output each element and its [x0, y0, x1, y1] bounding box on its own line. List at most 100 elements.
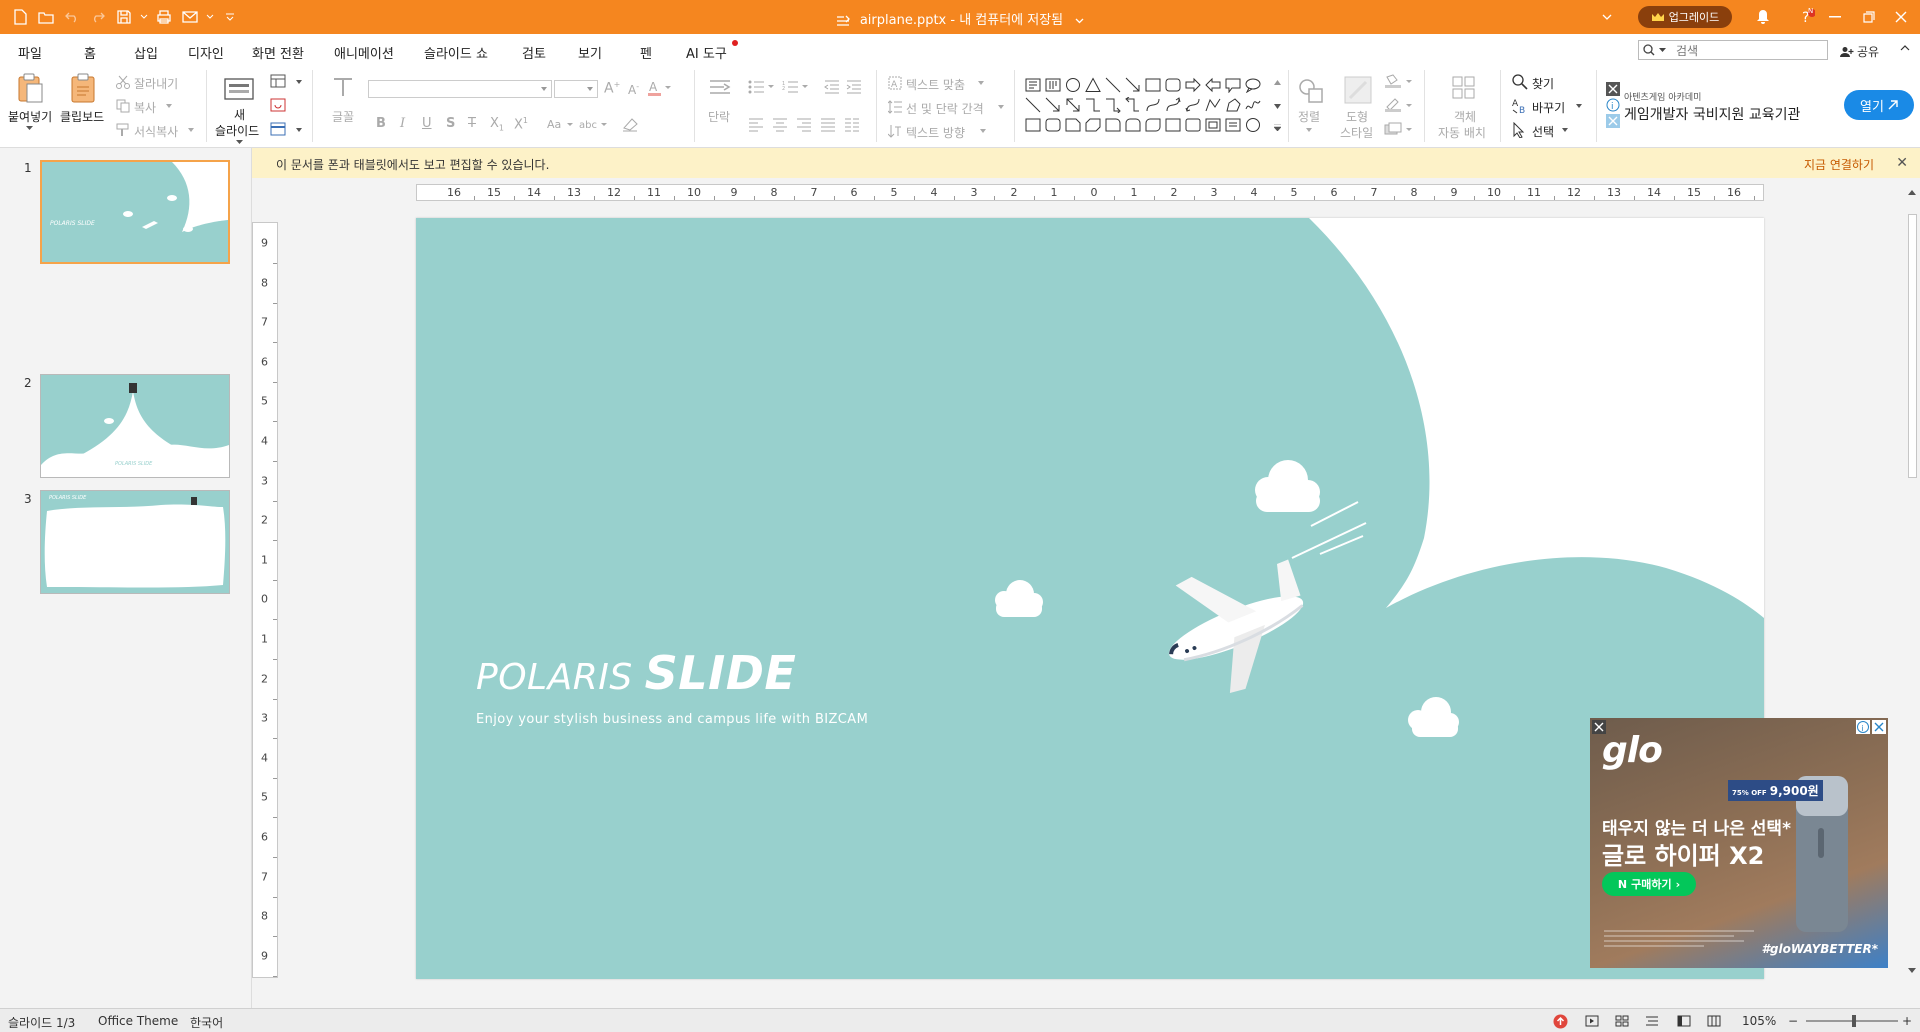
increase-font-icon[interactable]: A+: [604, 80, 620, 97]
align-center-icon[interactable]: [772, 118, 788, 132]
shadow-button[interactable]: S: [446, 116, 455, 131]
ad-buy-button[interactable]: N 구매하기 ›: [1602, 872, 1696, 896]
shape-elbow-double-icon[interactable]: [1124, 96, 1142, 114]
ad-info-icon[interactable]: i: [1856, 720, 1870, 734]
shape-freeform-icon[interactable]: [1204, 96, 1222, 114]
align-left-icon[interactable]: [748, 118, 764, 132]
select-button[interactable]: 선택: [1532, 123, 1554, 140]
shape-round-two-icon[interactable]: [1124, 116, 1142, 134]
upgrade-button[interactable]: 업그레이드: [1638, 6, 1732, 28]
font-size-select[interactable]: [554, 80, 598, 98]
shapes-scroll-down-icon[interactable]: [1274, 104, 1281, 109]
character-spacing-icon[interactable]: Aa: [546, 116, 574, 132]
auto-layout-icon[interactable]: [1452, 76, 1476, 100]
shape-fill-icon[interactable]: [1384, 74, 1414, 88]
text-fit-button[interactable]: 텍스트 맞춤: [906, 76, 965, 93]
ad-info-icon[interactable]: i: [1606, 98, 1620, 112]
shape-left-arrow-icon[interactable]: [1204, 76, 1222, 94]
shapes-scroll-up-icon[interactable]: [1274, 80, 1281, 85]
reset-slide-icon[interactable]: [270, 98, 286, 112]
shape-arrow-2-icon[interactable]: [1044, 96, 1062, 114]
shape-vertical-textbox-icon[interactable]: [1044, 76, 1062, 94]
theme-name[interactable]: Office Theme: [98, 1014, 178, 1028]
layout-icon[interactable]: [270, 74, 286, 88]
arrange-dropdown-icon[interactable]: [1306, 128, 1312, 132]
replace-dropdown-icon[interactable]: [1576, 104, 1582, 108]
new-slide-dropdown-icon[interactable]: [236, 140, 243, 144]
shape-line-icon[interactable]: [1104, 76, 1122, 94]
superscript-icon[interactable]: X1: [514, 116, 528, 132]
scroll-down-icon[interactable]: [1908, 968, 1916, 973]
tab-slideshow[interactable]: 슬라이드 쇼: [424, 43, 488, 62]
font-name-select[interactable]: [368, 80, 552, 98]
tab-view[interactable]: 보기: [578, 43, 602, 62]
tab-pen[interactable]: 펜: [640, 43, 652, 62]
font-icon[interactable]: [332, 76, 354, 98]
new-slide-label-1[interactable]: 새: [234, 106, 245, 123]
shape-curve-arrow-icon[interactable]: [1164, 96, 1182, 114]
tab-transitions[interactable]: 화면 전환: [252, 43, 304, 62]
slide-sorter-icon[interactable]: [1614, 1013, 1630, 1029]
ad-close-icon[interactable]: [1606, 82, 1620, 96]
vertical-scroll-thumb[interactable]: [1908, 214, 1917, 478]
line-spacing-icon[interactable]: [888, 100, 902, 114]
shape-style-label-1[interactable]: 도형: [1346, 108, 1368, 125]
upload-icon[interactable]: [1552, 1013, 1568, 1029]
change-case-icon[interactable]: abc: [578, 116, 608, 132]
shape-style-icon[interactable]: [1344, 76, 1372, 104]
shape-rounded-rect-2-icon[interactable]: [1044, 116, 1062, 134]
shape-textbox-icon[interactable]: [1024, 76, 1042, 94]
layout-dropdown-icon[interactable]: [296, 80, 302, 84]
shapes-more-icon[interactable]: [1274, 124, 1281, 131]
horizontal-ruler[interactable]: 16 15 14 13 12 11 10 9 8 7 6 5 4 3 2 1 0 1 2 3 4 5 6 7 8 9 10 11 12 1…: [416, 184, 1764, 201]
shape-triangle-icon[interactable]: [1084, 76, 1102, 94]
scroll-up-icon[interactable]: [1908, 190, 1916, 195]
shape-outline-icon[interactable]: [1384, 98, 1414, 112]
shape-rect-3-icon[interactable]: [1164, 116, 1182, 134]
bell-icon[interactable]: [1752, 6, 1774, 28]
cut-icon[interactable]: [116, 75, 130, 89]
shape-callout-icon[interactable]: [1224, 76, 1242, 94]
shape-polygon-icon[interactable]: [1224, 96, 1242, 114]
arrange-button[interactable]: 정렬: [1298, 108, 1320, 125]
tab-animations[interactable]: 애니메이션: [334, 43, 394, 62]
restore-button[interactable]: [1858, 6, 1880, 28]
replace-icon[interactable]: AB: [1512, 98, 1530, 114]
italic-button[interactable]: I: [400, 116, 405, 131]
shape-curve-icon[interactable]: [1144, 96, 1162, 114]
numbering-icon[interactable]: 12: [782, 80, 812, 94]
bold-button[interactable]: B: [376, 116, 386, 131]
font-color-icon[interactable]: A: [648, 80, 672, 96]
slide-thumbnail-3[interactable]: POLARIS SLIDE: [40, 490, 230, 594]
copy-dropdown-icon[interactable]: [166, 104, 172, 108]
clear-format-icon[interactable]: [622, 116, 640, 132]
shape-rounded-rect-icon[interactable]: [1164, 76, 1182, 94]
section-dropdown-icon[interactable]: [296, 128, 302, 132]
decrease-indent-icon[interactable]: [824, 80, 840, 94]
arrange-icon[interactable]: [1298, 78, 1324, 104]
slide-subtitle[interactable]: Enjoy your stylish business and campus l…: [476, 712, 868, 727]
align-right-icon[interactable]: [796, 118, 812, 132]
shape-curve-double-icon[interactable]: [1184, 96, 1202, 114]
decrease-font-icon[interactable]: A-: [628, 82, 639, 97]
ad-dismiss-icon[interactable]: [1606, 114, 1620, 128]
justify-icon[interactable]: [820, 118, 836, 132]
slide-title[interactable]: POLARIS SLIDE: [476, 646, 796, 700]
shape-round-corner-icon[interactable]: [1104, 116, 1122, 134]
format-painter-button[interactable]: 서식복사: [134, 123, 178, 140]
shape-style-label-2[interactable]: 스타일: [1340, 124, 1373, 141]
tab-ai-tools[interactable]: AI 도구: [686, 43, 727, 62]
columns-icon[interactable]: [844, 118, 860, 132]
help-icon[interactable]: ? N: [1796, 6, 1818, 28]
close-button[interactable]: [1890, 6, 1912, 28]
auto-layout-label-1[interactable]: 객체: [1454, 108, 1476, 125]
auto-layout-label-2[interactable]: 자동 배치: [1438, 124, 1486, 141]
subscript-icon[interactable]: X1: [490, 116, 504, 133]
underline-button[interactable]: U: [422, 116, 432, 131]
line-spacing-dropdown-icon[interactable]: [998, 105, 1004, 109]
copy-icon[interactable]: [116, 99, 130, 113]
increase-indent-icon[interactable]: [846, 80, 862, 94]
zoom-in-icon[interactable]: +: [1902, 1014, 1912, 1028]
slide-thumbnail-1[interactable]: POLARIS SLIDE: [40, 160, 230, 264]
shape-snip-rect-icon[interactable]: [1064, 116, 1082, 134]
